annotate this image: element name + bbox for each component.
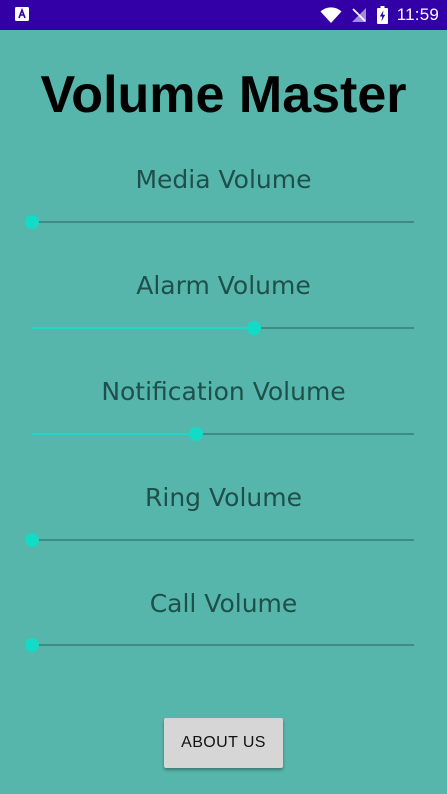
wifi-icon: [320, 6, 342, 23]
slider-track: [32, 221, 414, 223]
slider-thumb[interactable]: [246, 321, 261, 335]
alarm-volume-slider[interactable]: [26, 318, 420, 338]
slider-fill: [32, 433, 197, 435]
notification-volume-slider[interactable]: [26, 424, 420, 444]
app-notification-icon: [15, 7, 29, 21]
slider-thumb[interactable]: [25, 533, 39, 547]
status-bar: 11:59: [0, 0, 447, 30]
app-title: Volume Master: [40, 66, 407, 124]
call-volume-label: Call Volume: [149, 589, 298, 618]
ring-volume-label: Ring Volume: [145, 483, 302, 512]
status-time: 11:59: [396, 5, 439, 24]
about-us-button[interactable]: ABOUT US: [164, 718, 283, 768]
alarm-volume-label: Alarm Volume: [136, 271, 311, 300]
battery-charging-icon: [376, 6, 388, 24]
media-volume-slider[interactable]: [25, 212, 420, 232]
slider-track: [32, 539, 414, 541]
call-volume-slider[interactable]: [25, 635, 420, 655]
notification-volume-label: Notification Volume: [101, 377, 346, 406]
slider-thumb[interactable]: [25, 215, 39, 229]
status-icons: 11:59: [320, 0, 439, 30]
slider-track: [32, 644, 414, 646]
media-volume-label: Media Volume: [135, 165, 312, 194]
no-signal-icon: [351, 8, 366, 22]
slider-fill: [32, 327, 254, 329]
slider-thumb[interactable]: [189, 427, 204, 441]
ring-volume-slider[interactable]: [25, 530, 420, 550]
slider-thumb[interactable]: [25, 638, 39, 652]
